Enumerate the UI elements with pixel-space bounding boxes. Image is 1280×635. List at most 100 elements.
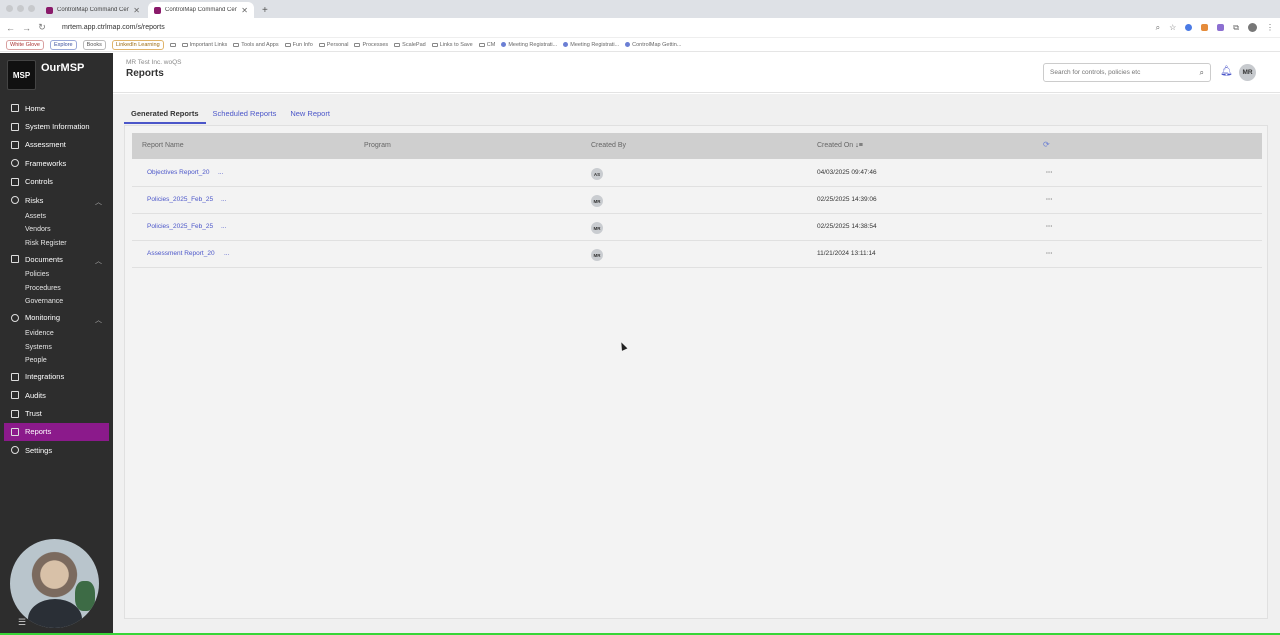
extension-icon[interactable] bbox=[1185, 24, 1193, 31]
bookmark-folder[interactable]: Fun Info bbox=[284, 42, 313, 48]
sidebar-item-home[interactable]: Home bbox=[0, 99, 113, 117]
bookmark-folder[interactable] bbox=[169, 42, 176, 47]
sidebar-item-audits[interactable]: Audits bbox=[0, 386, 113, 404]
chevron-up-icon[interactable]: ︿ bbox=[95, 315, 102, 325]
forward-icon[interactable]: → bbox=[22, 23, 31, 33]
report-name-ellipsis[interactable]: ... bbox=[221, 196, 226, 203]
bookmark-folder[interactable]: Personal bbox=[318, 42, 348, 48]
chevron-up-icon[interactable]: ︿ bbox=[95, 256, 102, 266]
column-header-program[interactable]: Program bbox=[364, 142, 391, 149]
row-actions-icon[interactable]: ··· bbox=[1046, 223, 1053, 230]
column-header-created-by[interactable]: Created By bbox=[591, 142, 626, 149]
search-box[interactable]: ⌕ bbox=[1043, 63, 1211, 82]
risk-flame-icon bbox=[11, 196, 19, 205]
chevron-up-icon[interactable]: ︿ bbox=[95, 197, 102, 207]
address-bar[interactable]: mrtem.app.ctrlmap.com/s/reports bbox=[54, 20, 1148, 36]
menu-kebab-icon[interactable]: ⋮ bbox=[1266, 23, 1274, 32]
tab-new-report[interactable]: New Report bbox=[283, 104, 337, 124]
extension-icon[interactable] bbox=[1217, 24, 1225, 31]
browser-tab-1[interactable]: ControlMap Command Cent... ✕ bbox=[40, 2, 146, 18]
report-name-link[interactable]: Policies_2025_Feb_25 bbox=[147, 223, 213, 230]
search-input[interactable] bbox=[1050, 69, 1200, 76]
row-actions-icon[interactable]: ··· bbox=[1046, 196, 1053, 203]
bookmark-pill[interactable]: LinkedIn Learning bbox=[111, 39, 164, 50]
zoom-icon[interactable]: ⌕ bbox=[1156, 23, 1160, 33]
sidebar-subitem-procedures[interactable]: Procedures bbox=[0, 282, 113, 296]
page-title: Reports bbox=[126, 68, 164, 79]
avatar[interactable]: MR bbox=[1239, 64, 1256, 81]
sidebar-item-risks[interactable]: Risks ︿ bbox=[0, 191, 113, 209]
bookmark-folder[interactable]: Processes bbox=[354, 42, 388, 48]
sort-descending-icon[interactable]: ↓≡ bbox=[855, 142, 863, 149]
bookmark-folder[interactable]: Important Links bbox=[181, 42, 227, 48]
brand[interactable]: MSP OurMSP bbox=[7, 60, 84, 90]
report-name-link[interactable]: Policies_2025_Feb_25 bbox=[147, 196, 213, 203]
sidebar-item-trust[interactable]: Trust bbox=[0, 404, 113, 422]
report-name-ellipsis[interactable]: ... bbox=[221, 223, 226, 230]
bookmark-folder[interactable]: Links to Save bbox=[431, 42, 473, 48]
profile-icon[interactable] bbox=[1248, 23, 1257, 32]
bookmark-link[interactable]: ControlMap Gettin... bbox=[625, 42, 681, 48]
column-header-created-on[interactable]: Created On ↓≡ bbox=[817, 142, 863, 149]
sidebar-subitem-evidence[interactable]: Evidence bbox=[0, 327, 113, 341]
sidebar-item-controls[interactable]: Controls bbox=[0, 173, 113, 191]
extension-icon[interactable] bbox=[1201, 24, 1209, 31]
bookmark-link[interactable]: Meeting Registrati... bbox=[501, 42, 557, 48]
webcam-background bbox=[75, 581, 95, 611]
sidebar-subitem-assets[interactable]: Assets bbox=[0, 209, 113, 223]
reports-table: Report Name Program Created By Created O… bbox=[124, 125, 1268, 619]
sidebar-item-integrations[interactable]: Integrations bbox=[0, 368, 113, 386]
search-icon[interactable]: ⌕ bbox=[1200, 68, 1204, 78]
bookmark-folder[interactable]: Tools and Apps bbox=[233, 42, 279, 48]
sidebar-item-monitoring[interactable]: Monitoring ︿ bbox=[0, 309, 113, 327]
bookmark-link[interactable]: Meeting Registrati... bbox=[563, 42, 619, 48]
sidebar-item-documents[interactable]: Documents ︿ bbox=[0, 250, 113, 268]
reload-icon[interactable]: ↻ bbox=[38, 22, 46, 33]
window-controls[interactable] bbox=[6, 5, 35, 12]
sidebar-item-frameworks[interactable]: Frameworks bbox=[0, 154, 113, 172]
bookmark-folder[interactable]: CM bbox=[478, 42, 495, 48]
report-name-ellipsis[interactable]: ... bbox=[218, 169, 223, 176]
sidebar-subitem-governance[interactable]: Governance bbox=[0, 295, 113, 309]
report-name-link[interactable]: Objectives Report_20 bbox=[147, 169, 210, 176]
sidebar-subitem-policies[interactable]: Policies bbox=[0, 268, 113, 282]
column-header-report-name[interactable]: Report Name bbox=[142, 142, 184, 149]
close-tab-icon[interactable]: ✕ bbox=[241, 6, 248, 15]
sidebar-subitem-people[interactable]: People bbox=[0, 354, 113, 368]
row-actions-icon[interactable]: ··· bbox=[1046, 169, 1053, 176]
sidebar-subitem-systems[interactable]: Systems bbox=[0, 341, 113, 355]
bookmark-folder[interactable]: ScalePad bbox=[394, 42, 426, 48]
sidebar-subitem-risk-register[interactable]: Risk Register bbox=[0, 236, 113, 250]
report-name-ellipsis[interactable]: ... bbox=[224, 250, 229, 257]
table-row[interactable]: Assessment Report_20 ... MR 11/21/2024 1… bbox=[132, 241, 1262, 268]
table-row[interactable]: Objectives Report_20 ... AS 04/03/2025 0… bbox=[132, 160, 1262, 187]
browser-tab-2[interactable]: ControlMap Command Cent... ✕ bbox=[148, 2, 254, 18]
table-row[interactable]: Policies_2025_Feb_25 ... MR 02/25/2025 1… bbox=[132, 187, 1262, 214]
new-tab-icon[interactable]: + bbox=[256, 5, 274, 18]
extensions-puzzle-icon[interactable]: ⧉ bbox=[1233, 23, 1239, 33]
folder-icon bbox=[169, 42, 176, 47]
bell-icon[interactable]: 🔔︎ bbox=[1220, 66, 1233, 78]
refresh-icon[interactable]: ⟳ bbox=[1043, 140, 1050, 149]
sidebar-subitem-vendors[interactable]: Vendors bbox=[0, 223, 113, 237]
bookmark-pill[interactable]: Books bbox=[82, 39, 106, 50]
sidebar-item-assessment[interactable]: Assessment bbox=[0, 136, 113, 154]
sidebar-item-system-information[interactable]: System Information bbox=[0, 117, 113, 135]
row-actions-icon[interactable]: ··· bbox=[1046, 250, 1053, 257]
tab-generated-reports[interactable]: Generated Reports bbox=[124, 104, 206, 124]
table-row[interactable]: Policies_2025_Feb_25 ... MR 02/25/2025 1… bbox=[132, 214, 1262, 241]
back-icon[interactable]: ← bbox=[6, 23, 15, 33]
report-name-link[interactable]: Assessment Report_20 bbox=[147, 250, 215, 257]
sidebar-item-settings[interactable]: Settings bbox=[0, 441, 113, 459]
bookmark-pill[interactable]: Explore bbox=[49, 39, 77, 50]
created-by-avatar: MR bbox=[591, 222, 603, 234]
site-icon bbox=[563, 42, 569, 47]
close-tab-icon[interactable]: ✕ bbox=[133, 6, 140, 15]
tab-scheduled-reports[interactable]: Scheduled Reports bbox=[206, 104, 284, 124]
sidebar-item-reports[interactable]: Reports bbox=[4, 422, 109, 442]
document-icon bbox=[11, 255, 19, 264]
bookmark-star-icon[interactable]: ☆ bbox=[1169, 23, 1176, 32]
bookmark-pill[interactable]: White Glove bbox=[6, 39, 44, 50]
created-by-avatar: MR bbox=[591, 249, 603, 261]
collapse-sidebar-icon[interactable]: ☰ bbox=[18, 617, 26, 628]
